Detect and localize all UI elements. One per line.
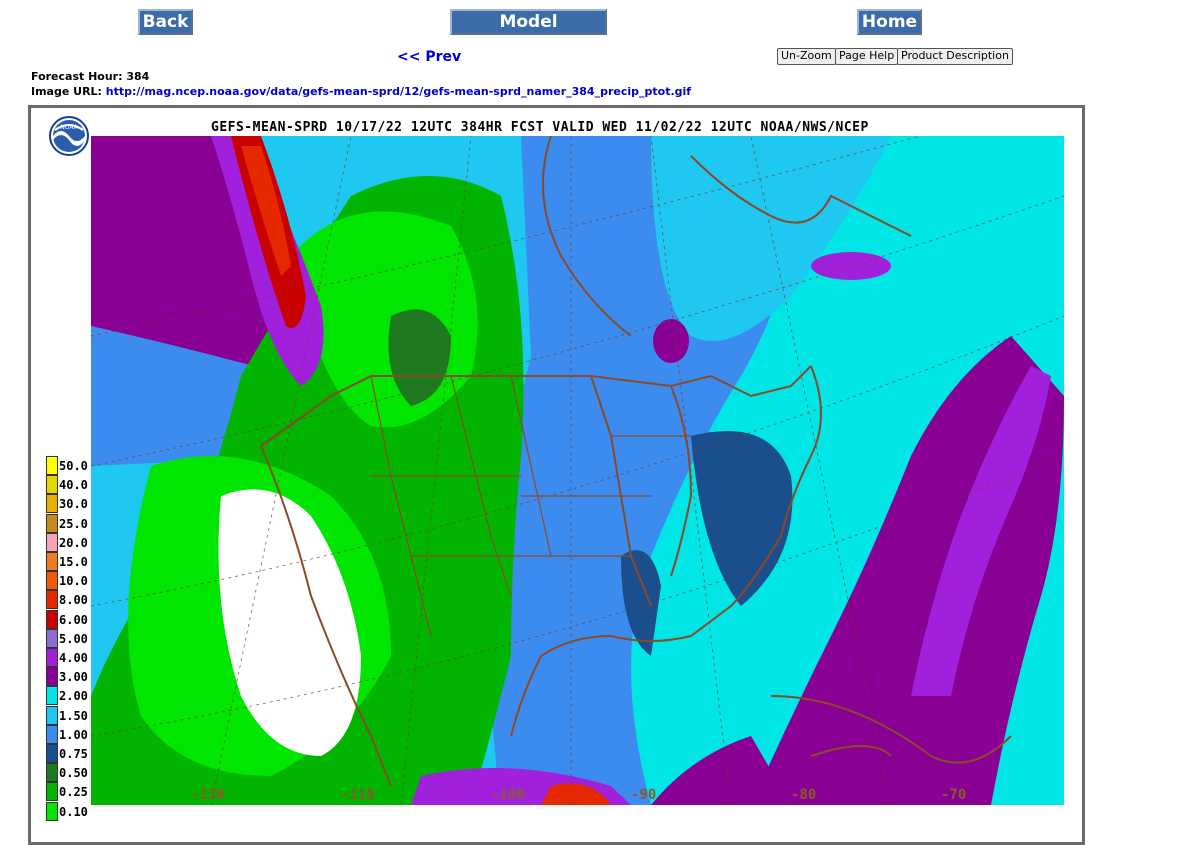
lon-label-110: -110 bbox=[341, 787, 375, 803]
model-guidance-button[interactable]: Model Guidance bbox=[450, 9, 607, 54]
legend-label: 0.10 bbox=[59, 804, 88, 819]
legend-item: 3.00 bbox=[46, 667, 106, 687]
legend-item: 25.0 bbox=[46, 513, 106, 533]
legend-label: 15.0 bbox=[59, 555, 88, 569]
legend-item: 4.00 bbox=[46, 648, 106, 667]
legend-label: 0.25 bbox=[59, 785, 88, 800]
back-button[interactable]: Back bbox=[138, 9, 193, 35]
legend-swatch bbox=[46, 744, 58, 763]
legend-swatch bbox=[46, 456, 58, 475]
legend-label: 0.75 bbox=[59, 747, 88, 761]
legend-label: 20.0 bbox=[59, 535, 88, 550]
image-url-line: Image URL: http://mag.ncep.noaa.gov/data… bbox=[31, 85, 691, 98]
forecast-hour-label: Forecast Hour: bbox=[31, 70, 123, 83]
legend-swatch bbox=[46, 494, 58, 514]
legend-label: 4.00 bbox=[59, 651, 88, 665]
legend-label: 40.0 bbox=[59, 478, 88, 493]
lon-label-100: -100 bbox=[491, 787, 525, 803]
lon-label-80: -80 bbox=[791, 787, 817, 803]
forecast-hour-line: Forecast Hour: 384 bbox=[31, 70, 149, 83]
legend-swatch bbox=[46, 571, 58, 591]
legend-item: 5.00 bbox=[46, 628, 106, 648]
page-help-button[interactable]: Page Help bbox=[835, 48, 899, 65]
legend-item: 1.00 bbox=[46, 724, 106, 744]
legend-item: 8.00 bbox=[46, 590, 106, 610]
map-title: GEFS-MEAN-SPRD 10/17/22 12UTC 384HR FCST… bbox=[211, 120, 869, 135]
legend-swatch bbox=[46, 609, 58, 629]
legend-swatch bbox=[46, 705, 58, 725]
legend-item: 20.0 bbox=[46, 532, 106, 552]
home-button[interactable]: Home bbox=[857, 9, 922, 35]
legend-label: 0.50 bbox=[59, 766, 88, 781]
legend-item: 6.00 bbox=[46, 609, 106, 629]
legend-swatch bbox=[46, 763, 58, 783]
precip-spread-map: -130 -110 -100 -90 -80 -70 bbox=[91, 136, 1064, 805]
forecast-hour-value: 384 bbox=[126, 70, 150, 83]
svg-text:NOAA: NOAA bbox=[60, 124, 78, 131]
legend-item: 0.75 bbox=[46, 744, 106, 763]
legend-item: 0.10 bbox=[46, 801, 106, 821]
legend-swatch bbox=[46, 667, 58, 687]
legend-label: 30.0 bbox=[59, 497, 88, 512]
legend-swatch bbox=[46, 782, 58, 802]
legend-label: 3.00 bbox=[59, 670, 88, 685]
legend-item: 0.50 bbox=[46, 763, 106, 783]
legend-label: 6.00 bbox=[59, 612, 88, 627]
legend-swatch bbox=[46, 475, 58, 495]
legend-swatch bbox=[46, 590, 58, 610]
unzoom-button[interactable]: Un-Zoom bbox=[777, 48, 836, 65]
lon-label-130: -130 bbox=[191, 787, 225, 803]
legend-item: 2.00 bbox=[46, 686, 106, 706]
image-url-label: Image URL: bbox=[31, 85, 102, 98]
noaa-logo-icon: NOAA bbox=[49, 116, 89, 156]
legend-swatch bbox=[46, 686, 58, 706]
legend-item: 30.0 bbox=[46, 494, 106, 514]
legend-label: 2.00 bbox=[59, 689, 88, 704]
legend-label: 1.00 bbox=[59, 727, 88, 742]
legend-swatch bbox=[46, 532, 58, 552]
legend-swatch bbox=[46, 648, 58, 667]
legend-label: 25.0 bbox=[59, 516, 88, 531]
lon-label-90: -90 bbox=[631, 787, 657, 803]
legend-label: 1.50 bbox=[59, 708, 88, 723]
legend-label: 50.0 bbox=[59, 459, 88, 473]
prev-link[interactable]: << Prev bbox=[397, 49, 461, 65]
legend-item: 50.0 bbox=[46, 456, 106, 475]
legend-item: 1.50 bbox=[46, 705, 106, 725]
legend-label: 5.00 bbox=[59, 631, 88, 646]
legend-swatch bbox=[46, 628, 58, 648]
legend-swatch bbox=[46, 513, 58, 533]
legend-swatch bbox=[46, 724, 58, 744]
legend-item: 15.0 bbox=[46, 552, 106, 571]
forecast-map-frame[interactable]: NOAA GEFS-MEAN-SPRD 10/17/22 12UTC 384HR… bbox=[28, 105, 1085, 845]
legend-item: 0.25 bbox=[46, 782, 106, 802]
legend-swatch bbox=[46, 801, 58, 821]
lon-label-70: -70 bbox=[941, 787, 967, 803]
legend-swatch bbox=[46, 552, 58, 571]
image-url-link[interactable]: http://mag.ncep.noaa.gov/data/gefs-mean-… bbox=[106, 85, 691, 98]
legend-label: 10.0 bbox=[59, 574, 88, 589]
legend-item: 40.0 bbox=[46, 475, 106, 495]
legend-label: 8.00 bbox=[59, 593, 88, 608]
legend-item: 10.0 bbox=[46, 571, 106, 591]
product-description-button[interactable]: Product Description bbox=[897, 48, 1013, 65]
